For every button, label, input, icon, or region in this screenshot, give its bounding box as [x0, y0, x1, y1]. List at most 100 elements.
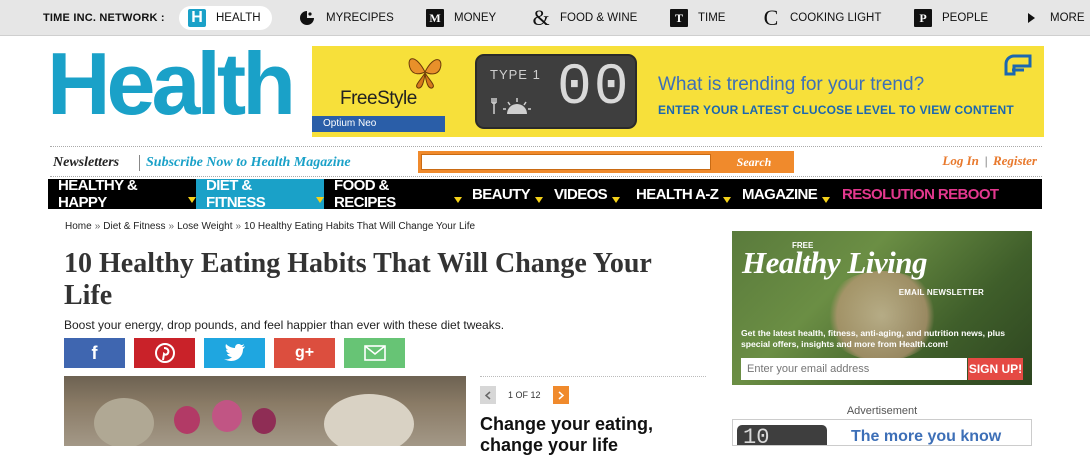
ad-headline: What is trending for your trend? — [658, 74, 925, 95]
divider — [480, 376, 706, 377]
breadcrumb-current[interactable]: 10 Healthy Eating Habits That Will Chang… — [244, 221, 475, 232]
nav-item-label: HEALTHY & HAPPY — [58, 177, 138, 211]
sidebar-ad-text: The more you know — [851, 428, 1002, 445]
main-nav: HEALTHY & HAPPY DIET & FITNESS FOOD & RE… — [48, 177, 1042, 211]
glucose-meter: TYPE 1 00 — [475, 54, 637, 129]
ad-meter-value: 10 — [743, 425, 770, 446]
googleplus-icon: g+ — [294, 344, 315, 361]
network-link-label: MORE — [1050, 12, 1085, 24]
fork-knife-sun-icon — [491, 98, 531, 114]
network-link-myrecipes[interactable]: MYRECIPES — [298, 6, 394, 30]
dropdown-caret-icon — [454, 197, 462, 203]
breadcrumb-separator: » — [168, 221, 175, 232]
network-link-cooking-light[interactable]: C COOKING LIGHT — [762, 5, 882, 30]
butterfly-icon — [408, 58, 442, 89]
divider — [50, 146, 1042, 147]
cooking-light-icon: C — [763, 5, 779, 30]
breadcrumb-separator: » — [235, 221, 242, 232]
article-image[interactable] — [64, 376, 466, 446]
slide-heading: Change your eating, change your life — [480, 414, 654, 455]
network-link-label: TIME — [698, 12, 726, 24]
search-button[interactable]: Search — [714, 151, 794, 173]
facebook-icon: f — [91, 342, 98, 363]
network-link-more[interactable]: MORE — [1022, 6, 1085, 30]
breadcrumb-lose-weight[interactable]: Lose Weight — [177, 221, 232, 232]
nav-item-health-az[interactable]: HEALTH A-Z — [626, 179, 732, 209]
ad-meter: 10 — [737, 425, 827, 446]
ad-cta[interactable]: ENTER YOUR LATEST CLUCOSE LEVEL TO VIEW … — [658, 103, 1014, 117]
nav-item-resolution-reboot[interactable]: RESOLUTION REBOOT — [832, 179, 1012, 209]
nav-item-healthy-happy[interactable]: HEALTHY & HAPPY — [48, 177, 196, 211]
newsletter-signup-button[interactable]: SIGN UP! — [968, 358, 1023, 380]
newsletter-email-input[interactable] — [741, 358, 967, 380]
breadcrumb-home[interactable]: Home — [65, 221, 92, 232]
breadcrumb: Home» Diet & Fitness» Lose Weight» 10 Healt… — [65, 221, 475, 232]
people-icon: P — [914, 9, 932, 27]
register-link[interactable]: Register — [993, 153, 1037, 168]
chevron-left-icon — [485, 390, 491, 400]
subscribe-link[interactable]: Subscribe Now to Health Magazine — [139, 155, 351, 171]
auth-links: Log In | Register — [942, 153, 1037, 169]
ad-brand-sub: Optium Neo — [312, 116, 445, 132]
article-title: 10 Healthy Eating Habits That Will Chang… — [64, 248, 652, 311]
search-form: Search — [418, 151, 794, 173]
dropdown-caret-icon — [822, 197, 831, 203]
nav-item-label: BEAUTY — [472, 185, 531, 203]
banner-ad[interactable]: FreeStyle Optium Neo TYPE 1 00 What is t… — [312, 46, 1044, 137]
nav-item-label: MAGAZINE — [742, 185, 818, 203]
breadcrumb-diet-fitness[interactable]: Diet & Fitness — [103, 221, 165, 232]
share-googleplus-button[interactable]: g+ — [274, 338, 335, 368]
network-bar: TIME INC. NETWORK : H HEALTH MYRECIPES M… — [0, 0, 1090, 36]
share-email-button[interactable] — [344, 338, 405, 368]
myrecipes-icon — [298, 9, 316, 27]
image-fig — [252, 408, 276, 434]
network-link-food-wine[interactable]: & FOOD & WINE — [532, 5, 637, 30]
breadcrumb-separator: » — [94, 221, 101, 232]
share-twitter-button[interactable] — [204, 338, 265, 368]
site-logo[interactable]: Health — [47, 40, 296, 128]
meter-value: 00 — [557, 56, 631, 121]
network-link-time[interactable]: T TIME — [670, 6, 725, 30]
previous-slide-button[interactable] — [480, 386, 496, 404]
nav-item-beauty[interactable]: BEAUTY — [462, 179, 544, 209]
chevron-right-icon — [558, 390, 564, 400]
share-facebook-button[interactable]: f — [64, 338, 125, 368]
money-icon: M — [426, 9, 444, 27]
time-icon: T — [670, 9, 688, 27]
dropdown-caret-icon — [723, 197, 732, 203]
newsletters-label[interactable]: Newsletters — [53, 155, 119, 171]
slide-pager: 1 OF 12 — [480, 386, 569, 404]
login-link[interactable]: Log In — [942, 153, 978, 168]
network-link-health[interactable]: H HEALTH — [179, 6, 272, 30]
auth-separator: | — [984, 153, 988, 168]
next-slide-button[interactable] — [552, 386, 569, 404]
nav-item-label: HEALTH A-Z — [636, 185, 719, 203]
share-pinterest-button[interactable] — [134, 338, 195, 368]
network-link-label: MYRECIPES — [326, 12, 394, 24]
dropdown-caret-icon — [535, 197, 544, 203]
image-fig — [212, 400, 242, 432]
network-link-label: COOKING LIGHT — [790, 12, 882, 24]
twitter-bird-icon — [223, 344, 245, 361]
nav-item-magazine[interactable]: MAGAZINE — [732, 179, 832, 209]
network-link-label: HEALTH — [216, 12, 261, 24]
envelope-icon — [363, 345, 386, 361]
dropdown-caret-icon — [612, 197, 621, 203]
pinterest-icon — [154, 343, 175, 363]
network-label: TIME INC. NETWORK : — [43, 12, 165, 24]
network-link-label: MONEY — [454, 12, 497, 24]
ampersand-icon: & — [532, 5, 550, 30]
network-link-money[interactable]: M MONEY — [426, 6, 496, 30]
divider — [50, 176, 1042, 177]
nav-item-food-recipes[interactable]: FOOD & RECIPES — [324, 177, 462, 211]
nav-item-label: RESOLUTION REBOOT — [842, 185, 999, 203]
search-input[interactable] — [421, 154, 711, 170]
newsletter-headline: Healthy Living — [742, 245, 928, 280]
network-link-people[interactable]: P PEOPLE — [914, 6, 988, 30]
nav-item-diet-fitness[interactable]: DIET & FITNESS — [196, 177, 324, 211]
sidebar-ad[interactable]: 10 The more you know — [732, 419, 1032, 446]
play-triangle-icon — [1022, 9, 1040, 27]
nav-item-label: DIET & FITNESS — [206, 177, 266, 211]
article-description: Boost your energy, drop pounds, and feel… — [64, 318, 505, 332]
nav-item-videos[interactable]: VIDEOS — [544, 179, 626, 209]
